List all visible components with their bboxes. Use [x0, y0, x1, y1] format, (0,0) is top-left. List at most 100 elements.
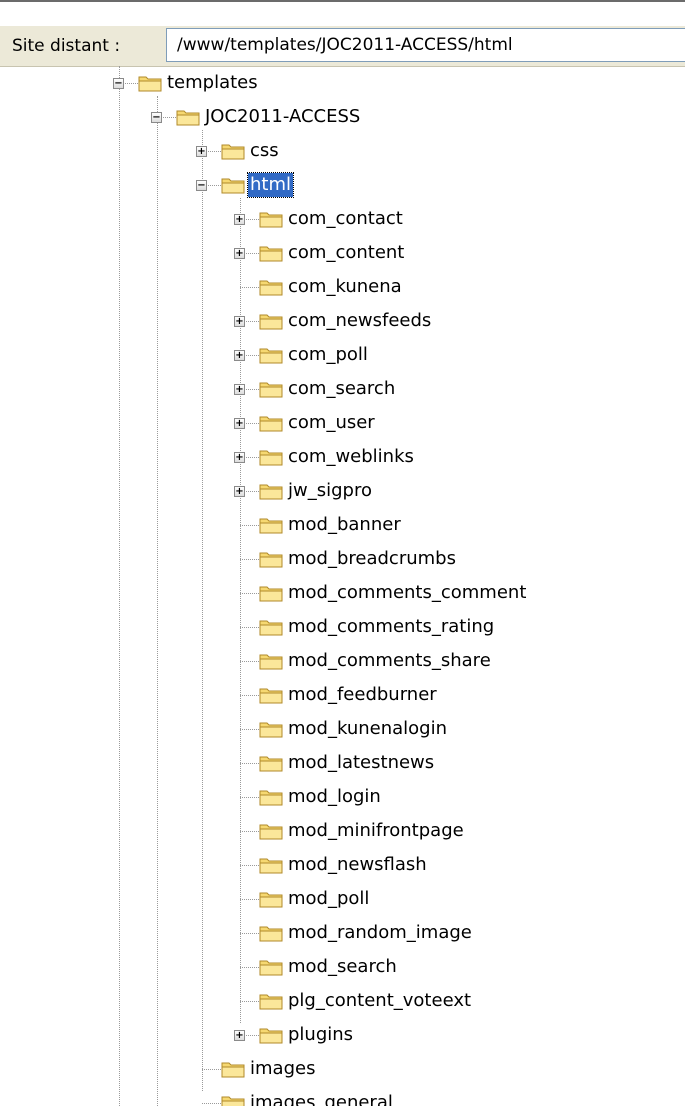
folder-label[interactable]: html — [246, 172, 295, 198]
folder-node[interactable]: mod_breadcrumbs — [0, 542, 685, 576]
folder-icon — [259, 584, 283, 602]
folder-node[interactable]: + com_content — [0, 236, 685, 270]
folder-icon — [259, 482, 283, 500]
folder-label[interactable]: mod_feedburner — [286, 683, 439, 707]
folder-node[interactable]: mod_kunenalogin — [0, 712, 685, 746]
collapse-minus-icon[interactable]: − — [196, 180, 207, 191]
folder-node[interactable]: mod_feedburner — [0, 678, 685, 712]
folder-node[interactable]: + com_user — [0, 406, 685, 440]
expand-plus-icon[interactable]: + — [234, 248, 245, 259]
remote-folder-tree[interactable]: − templates − JOC2011-ACCESS + css − html + com_c… — [0, 66, 685, 1106]
folder-icon — [259, 686, 283, 704]
expand-plus-icon[interactable]: + — [234, 1030, 245, 1041]
folder-icon — [259, 550, 283, 568]
folder-label[interactable]: mod_search — [286, 955, 399, 979]
tree-connector — [240, 933, 259, 934]
folder-label[interactable]: mod_kunenalogin — [286, 717, 449, 741]
tree-connector — [240, 593, 259, 594]
folder-label[interactable]: images_general — [248, 1091, 395, 1106]
expand-plus-icon[interactable]: + — [234, 350, 245, 361]
folder-node[interactable]: + com_newsfeeds — [0, 304, 685, 338]
folder-icon — [259, 788, 283, 806]
folder-label[interactable]: mod_newsflash — [286, 853, 429, 877]
folder-node[interactable]: plg_content_voteext — [0, 984, 685, 1018]
folder-node[interactable]: + com_poll — [0, 338, 685, 372]
folder-label[interactable]: com_contact — [286, 207, 405, 231]
tree-connector — [240, 729, 259, 730]
folder-node[interactable]: + com_weblinks — [0, 440, 685, 474]
folder-node[interactable]: mod_search — [0, 950, 685, 984]
folder-node[interactable]: + com_search — [0, 372, 685, 406]
expand-plus-icon[interactable]: + — [196, 146, 207, 157]
folder-label[interactable]: com_kunena — [286, 275, 404, 299]
folder-label[interactable]: templates — [165, 71, 260, 95]
folder-label[interactable]: com_weblinks — [286, 445, 416, 469]
folder-label[interactable]: mod_comments_share — [286, 649, 493, 673]
remote-site-label: Site distant : — [12, 36, 121, 56]
folder-icon — [259, 210, 283, 228]
folder-label[interactable]: mod_banner — [286, 513, 403, 537]
folder-label[interactable]: mod_comments_comment — [286, 581, 528, 605]
folder-node[interactable]: mod_comments_share — [0, 644, 685, 678]
folder-label[interactable]: mod_breadcrumbs — [286, 547, 458, 571]
collapse-minus-icon[interactable]: − — [113, 78, 124, 89]
folder-label[interactable]: com_newsfeeds — [286, 309, 433, 333]
expand-plus-icon[interactable]: + — [234, 316, 245, 327]
folder-label[interactable]: mod_login — [286, 785, 383, 809]
folder-node[interactable]: mod_comments_rating — [0, 610, 685, 644]
tree-connector — [240, 797, 259, 798]
folder-label[interactable]: mod_poll — [286, 887, 371, 911]
folder-label[interactable]: mod_random_image — [286, 921, 474, 945]
remote-path-field[interactable]: /www/templates/JOC2011-ACCESS/html — [166, 28, 685, 62]
folder-node[interactable]: − html — [0, 168, 685, 202]
tree-connector — [240, 525, 259, 526]
folder-node[interactable]: images — [0, 1052, 685, 1086]
folder-node[interactable]: − JOC2011-ACCESS — [0, 100, 685, 134]
folder-node[interactable]: + jw_sigpro — [0, 474, 685, 508]
folder-label[interactable]: plugins — [286, 1023, 355, 1047]
folder-node[interactable]: mod_random_image — [0, 916, 685, 950]
folder-node[interactable]: + css — [0, 134, 685, 168]
folder-label[interactable]: jw_sigpro — [286, 479, 374, 503]
folder-label[interactable]: mod_minifrontpage — [286, 819, 466, 843]
expand-plus-icon[interactable]: + — [234, 214, 245, 225]
folder-node[interactable]: mod_newsflash — [0, 848, 685, 882]
expand-plus-icon[interactable]: + — [234, 418, 245, 429]
tree-connector — [240, 287, 259, 288]
collapse-minus-icon[interactable]: − — [151, 112, 162, 123]
tree-connector — [240, 899, 259, 900]
expand-plus-icon[interactable]: + — [234, 384, 245, 395]
folder-label[interactable]: com_poll — [286, 343, 370, 367]
folder-node[interactable]: mod_minifrontpage — [0, 814, 685, 848]
folder-node[interactable]: − templates — [0, 66, 685, 100]
folder-icon — [259, 652, 283, 670]
folder-icon — [259, 822, 283, 840]
folder-icon — [221, 142, 245, 160]
folder-node[interactable]: com_kunena — [0, 270, 685, 304]
folder-icon — [259, 958, 283, 976]
folder-label[interactable]: com_search — [286, 377, 397, 401]
folder-node[interactable]: mod_comments_comment — [0, 576, 685, 610]
folder-node[interactable]: images_general — [0, 1086, 685, 1106]
folder-icon — [259, 720, 283, 738]
folder-label[interactable]: mod_comments_rating — [286, 615, 496, 639]
remote-site-bar: Site distant : /www/templates/JOC2011-AC… — [0, 26, 685, 67]
folder-node[interactable]: mod_poll — [0, 882, 685, 916]
folder-label[interactable]: images — [248, 1057, 317, 1081]
expand-plus-icon[interactable]: + — [234, 452, 245, 463]
folder-node[interactable]: mod_latestnews — [0, 746, 685, 780]
folder-label[interactable]: com_content — [286, 241, 406, 265]
folder-icon — [221, 1094, 245, 1106]
folder-node[interactable]: mod_login — [0, 780, 685, 814]
folder-node[interactable]: mod_banner — [0, 508, 685, 542]
folder-icon — [259, 244, 283, 262]
folder-node[interactable]: + plugins — [0, 1018, 685, 1052]
folder-icon — [259, 346, 283, 364]
folder-label[interactable]: css — [248, 139, 281, 163]
folder-label[interactable]: JOC2011-ACCESS — [203, 105, 362, 129]
folder-label[interactable]: plg_content_voteext — [286, 989, 473, 1013]
expand-plus-icon[interactable]: + — [234, 486, 245, 497]
folder-node[interactable]: + com_contact — [0, 202, 685, 236]
folder-label[interactable]: com_user — [286, 411, 377, 435]
folder-label[interactable]: mod_latestnews — [286, 751, 436, 775]
